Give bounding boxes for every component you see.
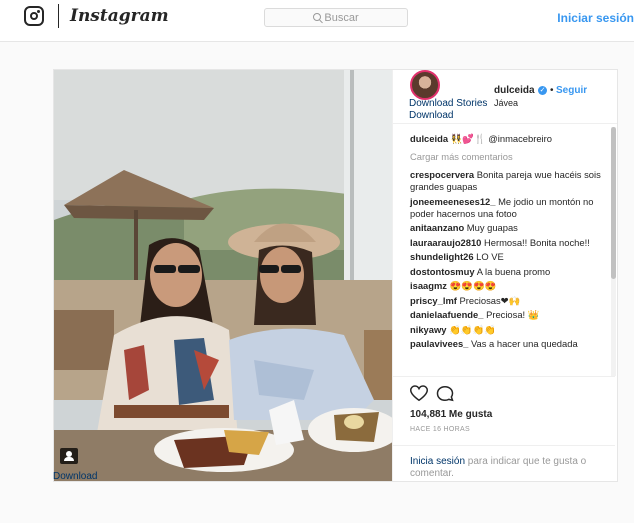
login-link[interactable]: Iniciar sesión: [557, 11, 634, 25]
search-icon: [313, 12, 322, 21]
post-sidebar: Download Stories Download dulceida ✓ • S…: [392, 70, 617, 481]
list-item: joneemeeneses12_ Me jodio un montón no p…: [410, 196, 613, 220]
comment-user[interactable]: crespocervera: [410, 169, 474, 180]
list-item: crespocervera Bonita pareja wue hacéis s…: [410, 169, 613, 193]
avatar[interactable]: [410, 70, 440, 100]
comments-scrollbar[interactable]: [611, 127, 616, 376]
comment-text: 👏👏👏👏: [449, 323, 496, 335]
comment-user[interactable]: danielaafuende_: [410, 309, 483, 320]
comment-text: LO VE: [476, 251, 504, 262]
top-navbar: Instagram Buscar Iniciar sesión: [0, 0, 634, 42]
follow-button[interactable]: Seguir: [556, 85, 587, 96]
download-stories-label[interactable]: Download Stories: [409, 98, 487, 110]
list-item: paulavivees_ Vas a hacer una quedada: [410, 338, 613, 350]
comment-user[interactable]: joneemeeneses12_: [410, 196, 495, 207]
list-item: danielaafuende_ Preciosa! 👑: [410, 309, 613, 321]
likes-count[interactable]: 104,881 Me gusta: [410, 409, 492, 420]
comment-text: Preciosa! 👑: [486, 309, 540, 320]
comment-text: 👯‍♀️💕🍴 @inmacebreiro: [450, 133, 552, 144]
list-item: priscy_lmf Preciosas❤🙌: [410, 295, 613, 307]
list-item: dostontosmuy A la buena promo: [410, 266, 613, 278]
comment-text: Hermosa!! Bonita noche!!: [484, 236, 590, 248]
comment-user[interactable]: anitaanzano: [410, 222, 464, 233]
list-item: anitaanzano Muy guapas: [410, 222, 613, 234]
separator-dot: •: [550, 85, 554, 96]
comment-text: A la buena promo: [476, 265, 551, 277]
comment-user[interactable]: isaagmz: [410, 280, 447, 291]
location[interactable]: Jávea: [494, 98, 518, 108]
comment-user[interactable]: paulavivees_: [410, 338, 468, 349]
verified-badge-icon: ✓: [538, 86, 547, 95]
comment-text: Vas a hacer una quedada: [470, 338, 578, 349]
instagram-wordmark[interactable]: Instagram: [70, 6, 169, 26]
logo-divider: [58, 4, 59, 28]
scrollbar-thumb[interactable]: [611, 127, 616, 279]
photo-download-link[interactable]: Download: [53, 471, 97, 482]
comment-user[interactable]: shundelight26: [410, 251, 474, 262]
download-stories-link[interactable]: Download Stories Download: [409, 98, 487, 122]
post-time: HACE 16 HORAS: [410, 426, 470, 433]
heart-icon[interactable]: [410, 385, 428, 402]
comment-text: Preciosas❤🙌: [459, 294, 521, 306]
post-card: Download Stories Download dulceida ✓ • S…: [53, 69, 618, 482]
list-item: dulceida 👯‍♀️💕🍴 @inmacebreiro: [410, 133, 613, 145]
user-icon[interactable]: [60, 448, 78, 464]
instagram-camera-icon[interactable]: [24, 6, 44, 26]
post-header: Download Stories Download dulceida ✓ • S…: [393, 70, 617, 124]
username[interactable]: dulceida: [494, 85, 535, 96]
list-item: isaagmz 😍😍😍😍: [410, 280, 613, 292]
list-item: nikyawy 👏👏👏👏: [410, 324, 613, 336]
comment-user[interactable]: nikyawy: [410, 324, 446, 335]
search-input[interactable]: Buscar: [264, 8, 408, 27]
load-more-comments[interactable]: Cargar más comentarios: [410, 151, 613, 162]
download-link[interactable]: Download: [409, 110, 487, 122]
post-actions: 104,881 Me gusta HACE 16 HORAS Inicia se…: [393, 376, 615, 481]
comments-list[interactable]: dulceida 👯‍♀️💕🍴 @inmacebreiro Cargar más…: [393, 127, 613, 376]
comment-user[interactable]: dulceida: [410, 133, 448, 144]
list-item: shundelight26 LO VE: [410, 251, 613, 263]
photo-illustration: [54, 70, 392, 481]
search-placeholder: Buscar: [324, 11, 359, 24]
comment-icon[interactable]: [436, 385, 454, 402]
comment-text: 😍😍😍😍: [449, 280, 497, 291]
login-prompt: Inicia sesión para indicar que te gusta …: [393, 445, 615, 480]
login-prompt-link[interactable]: Inicia sesión: [410, 456, 465, 467]
comment-user[interactable]: priscy_lmf: [410, 295, 457, 306]
list-item: lauraaraujo2810 Hermosa!! Bonita noche!!: [410, 237, 613, 249]
comment-user[interactable]: lauraaraujo2810: [410, 237, 481, 248]
post-photo[interactable]: [54, 70, 392, 481]
comment-user[interactable]: dostontosmuy: [410, 266, 475, 277]
comment-text: Muy guapas: [466, 222, 518, 233]
